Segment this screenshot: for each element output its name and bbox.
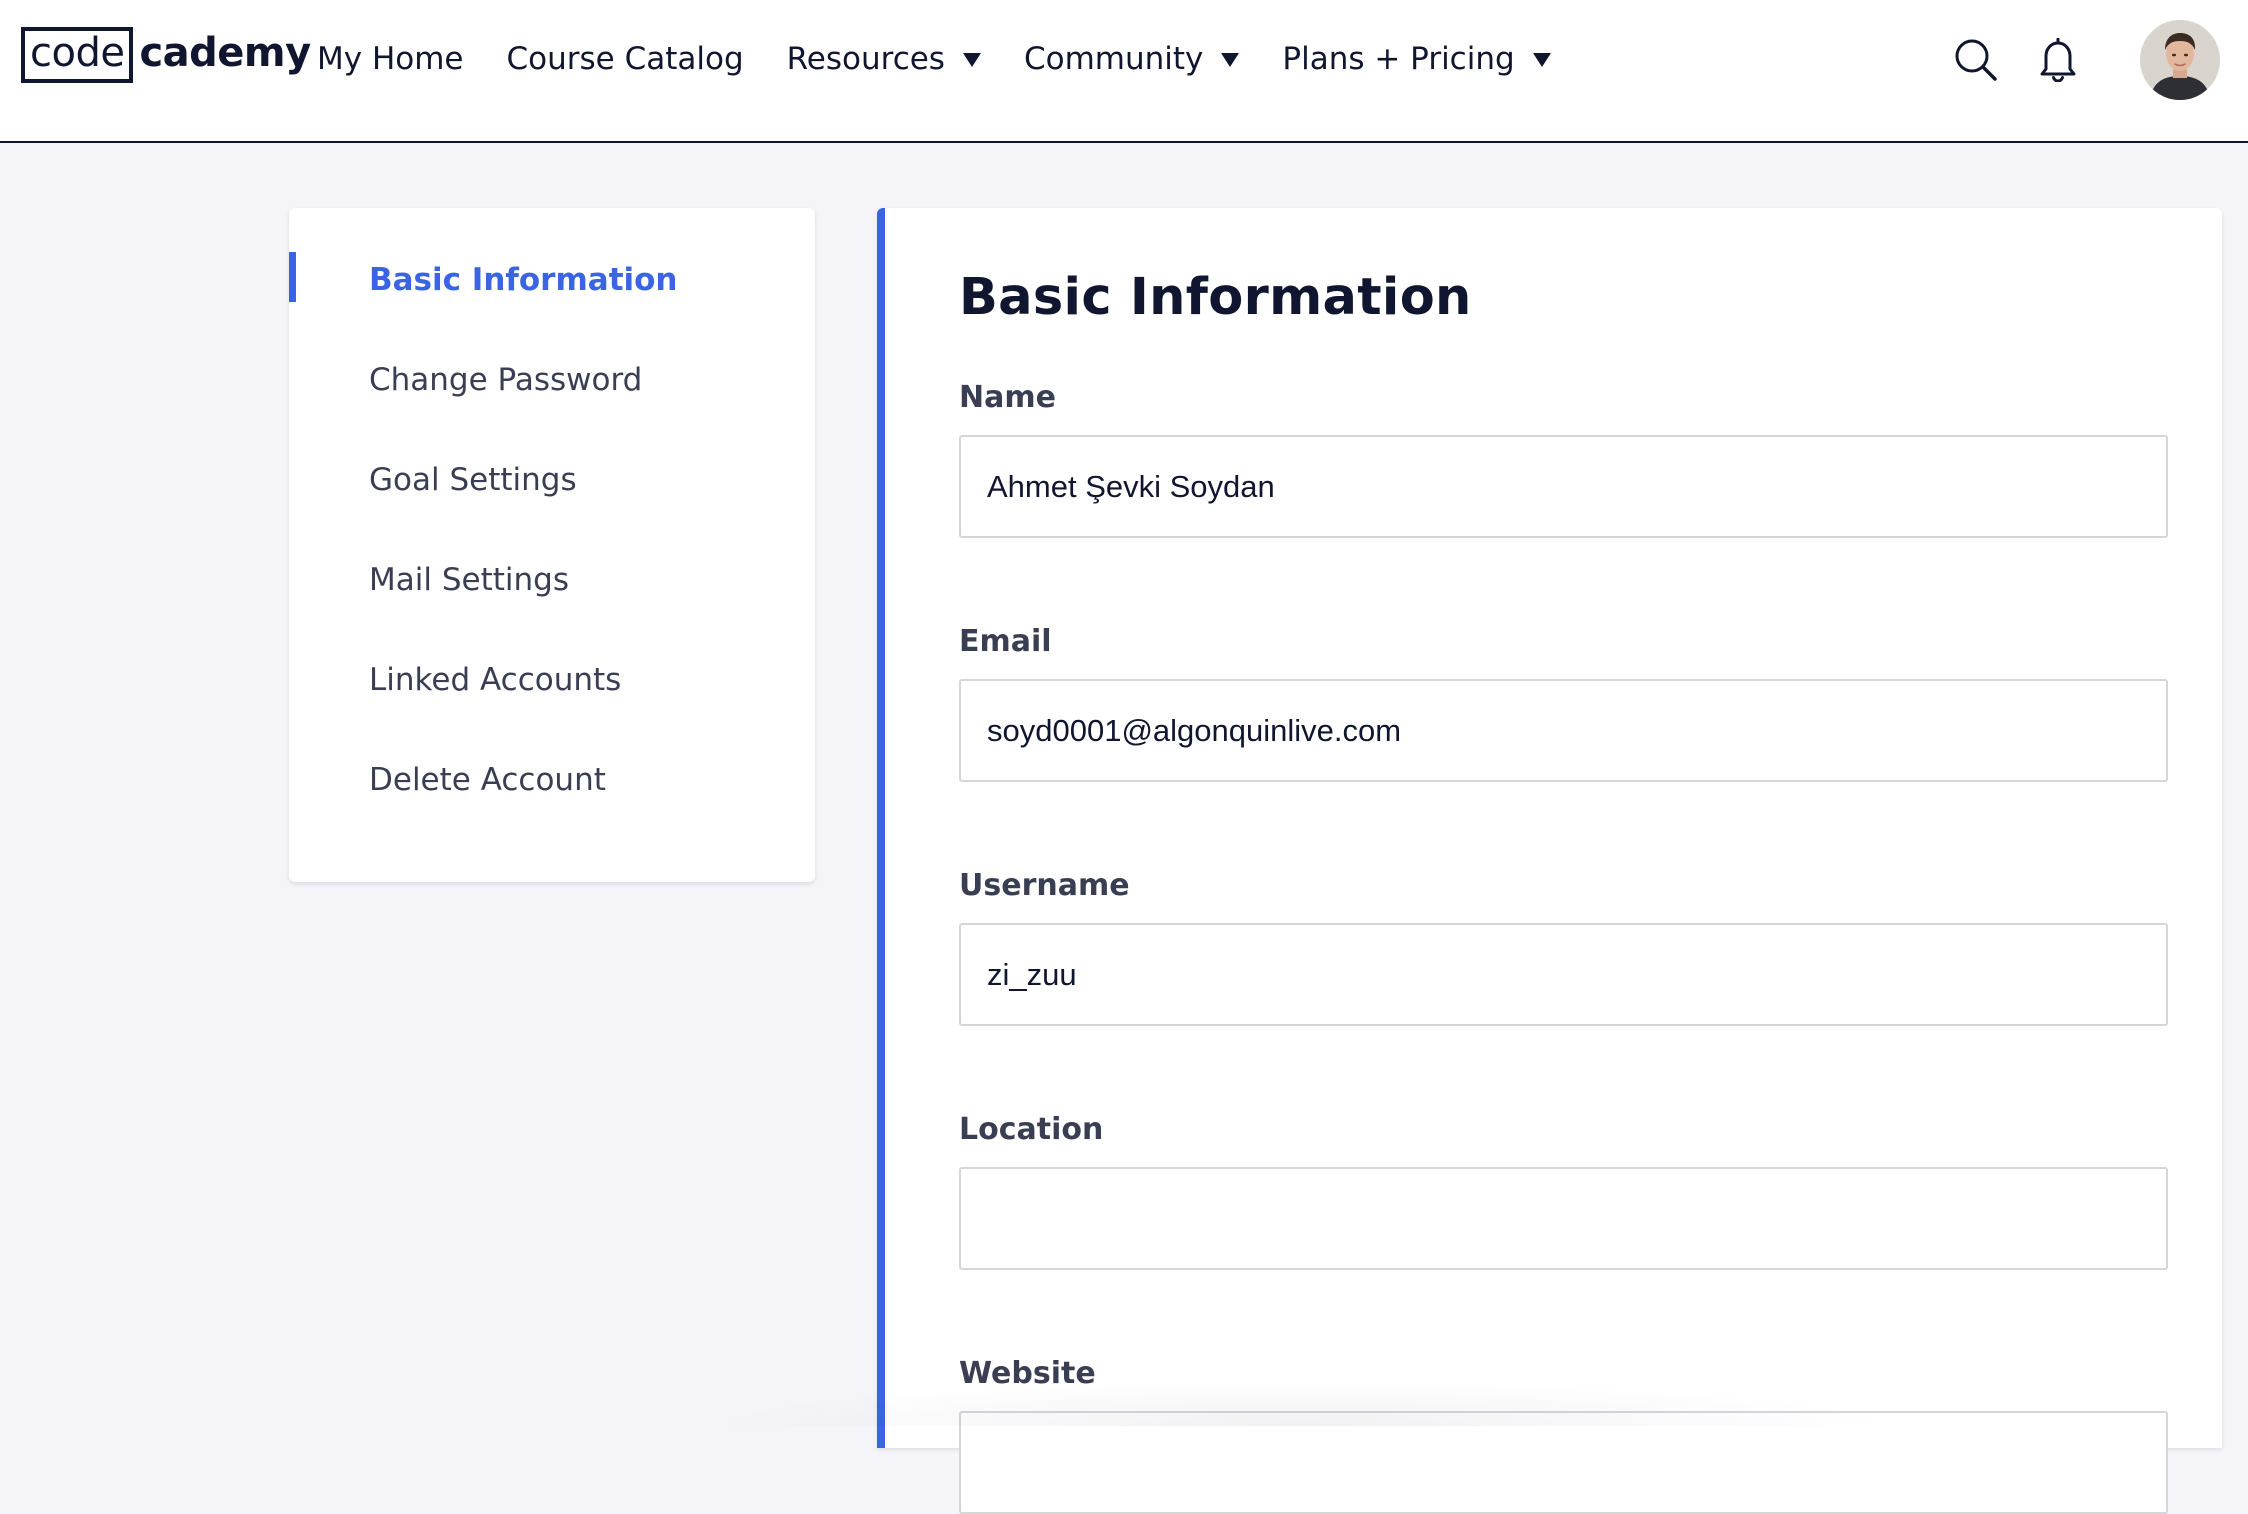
settings-sidebar: Basic Information Change Password Goal S… xyxy=(289,208,815,882)
nav-label: Course Catalog xyxy=(506,41,744,77)
sidebar-item-label: Basic Information xyxy=(369,262,678,298)
email-input[interactable] xyxy=(959,679,2168,782)
sidebar-item-basic-information[interactable]: Basic Information xyxy=(289,252,815,365)
nav-my-home[interactable]: My Home xyxy=(317,41,464,77)
sidebar-item-mail-settings[interactable]: Mail Settings xyxy=(289,565,815,665)
username-label: Username xyxy=(959,868,1130,903)
sidebar-item-goal-settings[interactable]: Goal Settings xyxy=(289,465,815,565)
page-title: Basic Information xyxy=(959,268,1472,327)
sidebar-item-delete-account[interactable]: Delete Account xyxy=(289,765,815,865)
search-button[interactable] xyxy=(1952,36,2000,84)
avatar-image xyxy=(2140,20,2220,100)
username-input[interactable] xyxy=(959,923,2168,1026)
top-navigation-bar: code cademy My Home Course Catalog Resou… xyxy=(0,0,2248,143)
notifications-button[interactable] xyxy=(2034,36,2082,84)
sidebar-item-label: Goal Settings xyxy=(369,462,577,498)
website-label: Website xyxy=(959,1356,1096,1391)
user-avatar[interactable] xyxy=(2140,20,2220,100)
main-nav: My Home Course Catalog Resources Communi… xyxy=(317,0,1594,118)
basic-information-panel: Basic Information Name Email Username Lo… xyxy=(877,208,2222,1514)
sidebar-item-label: Delete Account xyxy=(369,762,606,798)
website-input[interactable] xyxy=(959,1411,2168,1514)
logo-boxed-text: code xyxy=(21,27,134,83)
nav-plans-pricing[interactable]: Plans + Pricing xyxy=(1282,41,1551,77)
nav-label: Plans + Pricing xyxy=(1282,41,1515,77)
header-actions xyxy=(1952,20,2220,100)
nav-resources[interactable]: Resources xyxy=(787,41,981,77)
caret-down-icon xyxy=(1532,53,1551,67)
sidebar-item-change-password[interactable]: Change Password xyxy=(289,365,815,465)
codecademy-logo[interactable]: code cademy xyxy=(21,26,311,84)
sidebar-item-label: Mail Settings xyxy=(369,562,569,598)
nav-label: My Home xyxy=(317,41,464,77)
email-label: Email xyxy=(959,624,1052,659)
sidebar-item-linked-accounts[interactable]: Linked Accounts xyxy=(289,665,815,765)
logo-text: cademy xyxy=(139,30,311,76)
sidebar-item-label: Change Password xyxy=(369,362,643,398)
nav-community[interactable]: Community xyxy=(1023,41,1240,77)
nav-label: Resources xyxy=(786,41,945,77)
location-input[interactable] xyxy=(959,1167,2168,1270)
caret-down-icon xyxy=(1221,53,1240,67)
search-icon xyxy=(1955,39,1997,81)
nav-course-catalog[interactable]: Course Catalog xyxy=(507,41,744,77)
caret-down-icon xyxy=(962,53,981,67)
name-label: Name xyxy=(959,380,1056,415)
nav-label: Community xyxy=(1023,41,1204,77)
sidebar-item-label: Linked Accounts xyxy=(369,662,622,698)
name-input[interactable] xyxy=(959,435,2168,538)
bell-icon xyxy=(2040,38,2076,82)
location-label: Location xyxy=(959,1112,1104,1147)
